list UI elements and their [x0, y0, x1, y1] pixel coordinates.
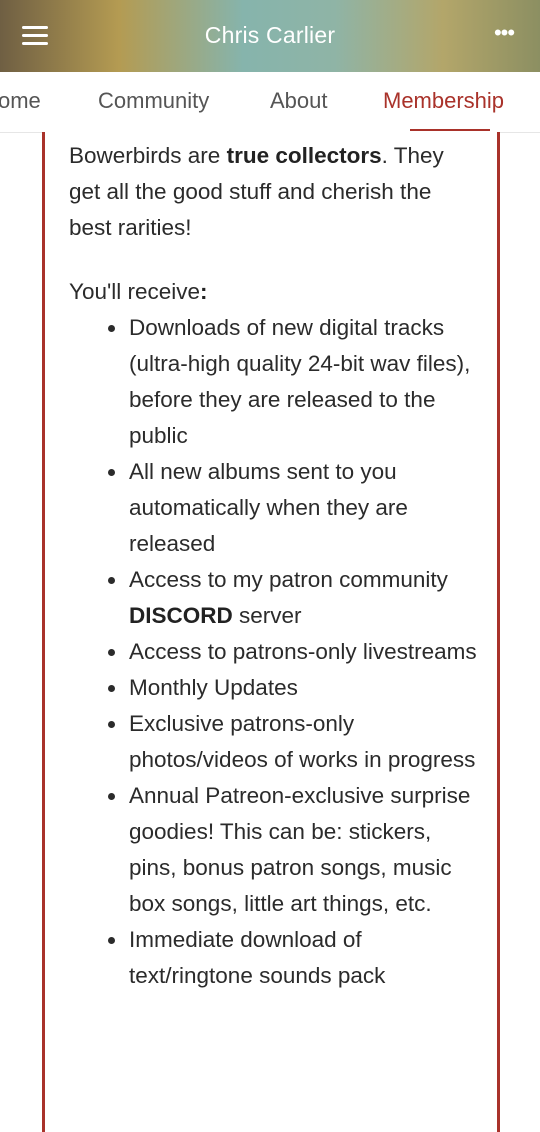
discord-bold: DISCORD: [129, 603, 233, 628]
list-item: Access to my patron community DISCORD se…: [69, 562, 479, 634]
benefits-list: Downloads of new digital tracks (ultra-h…: [69, 310, 479, 994]
tab-home[interactable]: ome: [0, 88, 41, 114]
tier-description: Bowerbirds are true collectors. They get…: [69, 138, 479, 994]
tab-bar: ome Community About Membership: [0, 72, 540, 133]
list-item: Monthly Updates: [69, 670, 479, 706]
receive-label: You'll receive:: [69, 279, 208, 304]
list-item: Annual Patreon-exclusive surprise goodie…: [69, 778, 479, 922]
app-header: Chris Carlier •••: [0, 0, 540, 72]
list-item: Immediate download of text/ringtone soun…: [69, 922, 479, 994]
tab-membership[interactable]: Membership: [383, 88, 504, 114]
list-item: Exclusive patrons-only photos/videos of …: [69, 706, 479, 778]
intro-bold-text: true collectors: [226, 143, 382, 168]
tab-about[interactable]: About: [270, 88, 328, 114]
intro-paragraph: Bowerbirds are true collectors. They get…: [69, 138, 479, 246]
active-tab-indicator: [410, 129, 490, 131]
list-item: Downloads of new digital tracks (ultra-h…: [69, 310, 479, 454]
page-title: Chris Carlier: [204, 22, 336, 48]
more-options-icon[interactable]: •••: [490, 22, 518, 46]
intro-text: Bowerbirds are: [69, 143, 227, 168]
list-item: All new albums sent to you automatically…: [69, 454, 479, 562]
tab-community[interactable]: Community: [98, 88, 209, 114]
list-item: Access to patrons-only livestreams: [69, 634, 479, 670]
